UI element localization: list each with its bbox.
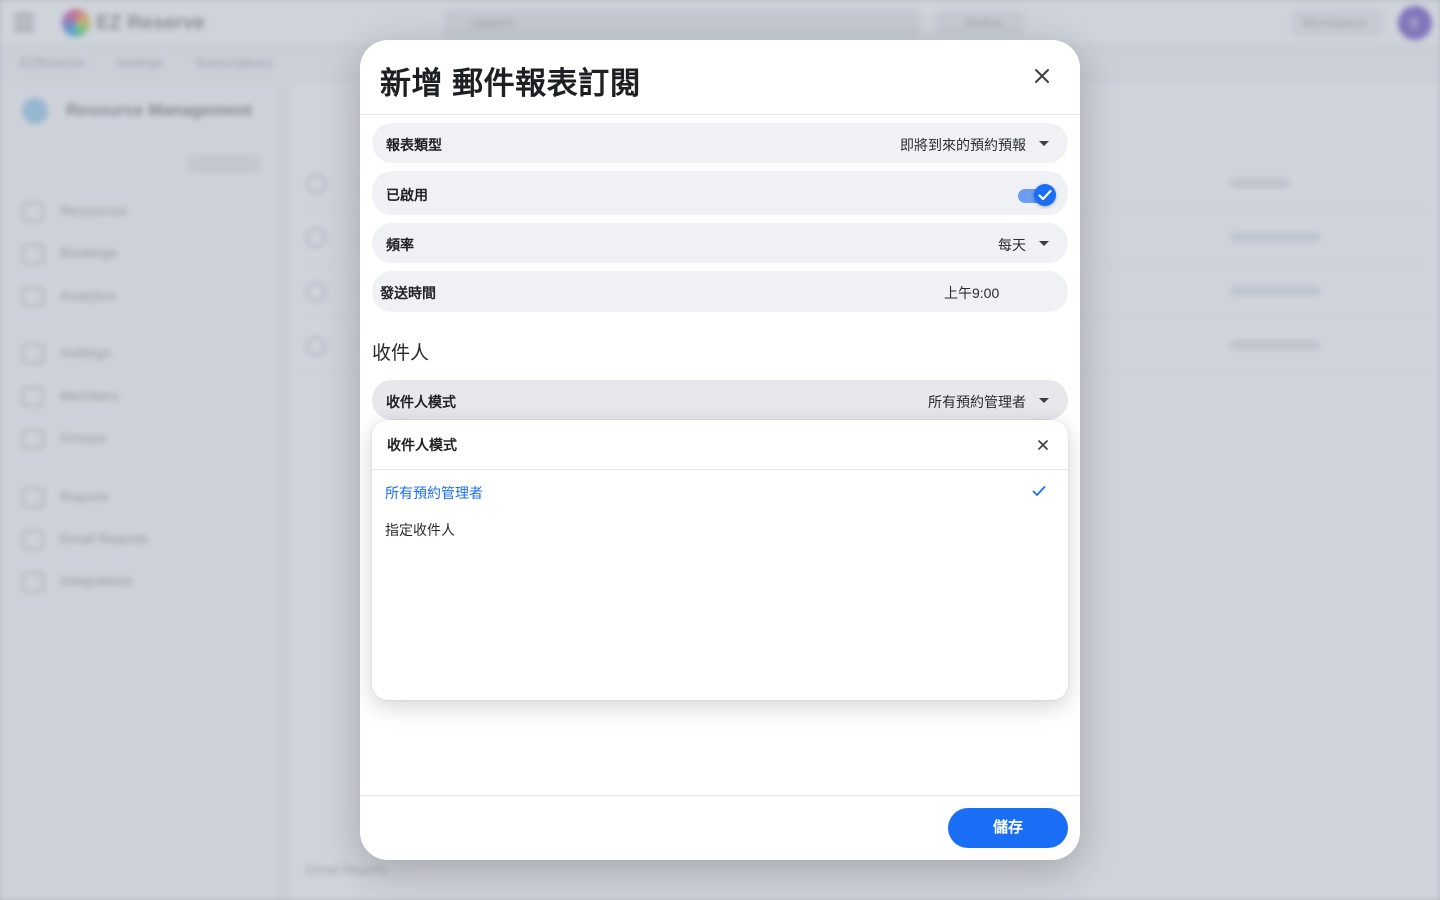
send-time-label: 發送時間 [380,285,436,301]
menu-option-specific-recipients[interactable]: 指定收件人 [372,511,1068,547]
enabled-row: 已啟用 [372,171,1068,215]
enabled-toggle[interactable] [1018,184,1056,206]
report-type-label: 報表類型 [386,137,442,153]
frequency-label: 頻率 [386,237,414,253]
recipient-mode-select[interactable]: 收件人模式 所有預約管理者 [372,380,1068,420]
option-label: 指定收件人 [385,522,455,538]
menu-close-button[interactable] [1030,432,1056,458]
dialog-footer: 儲存 [360,795,1080,860]
checkmark-icon [1038,189,1052,201]
option-label: 所有預約管理者 [385,485,483,501]
menu-option-all-managers[interactable]: 所有預約管理者 [372,474,1068,510]
report-type-select[interactable]: 報表類型 即將到來的預約預報 [372,123,1068,163]
report-type-value: 即將到來的預約預報 [900,137,1026,153]
caret-down-icon [1039,141,1049,146]
frequency-value: 每天 [998,237,1026,253]
close-button[interactable] [1024,58,1060,94]
close-icon [1035,69,1049,83]
checkmark-icon [1032,486,1046,496]
recipient-mode-label: 收件人模式 [386,394,456,410]
caret-down-icon [1039,398,1049,403]
save-button[interactable]: 儲存 [948,808,1068,848]
subscription-dialog: 新增 郵件報表訂閱 報表類型 即將到來的預約預報 已啟用 頻率 每天 發送時間 … [360,40,1080,860]
send-time-value: 上午9:00 [944,285,1000,301]
dialog-title: 新增 郵件報表訂閱 [380,66,642,101]
menu-title: 收件人模式 [387,437,457,453]
close-icon [1038,440,1048,450]
toggle-knob [1034,184,1056,206]
dialog-header: 新增 郵件報表訂閱 [360,40,1080,115]
menu-header: 收件人模式 [372,420,1068,470]
caret-down-icon [1039,241,1049,246]
recipient-mode-value: 所有預約管理者 [928,394,1026,410]
send-time-field[interactable]: 發送時間 上午9:00 [372,271,1068,312]
enabled-label: 已啟用 [386,187,428,203]
recipients-section-title: 收件人 [372,343,430,364]
frequency-select[interactable]: 頻率 每天 [372,223,1068,263]
recipient-mode-menu: 收件人模式 所有預約管理者 指定收件人 [372,420,1068,700]
